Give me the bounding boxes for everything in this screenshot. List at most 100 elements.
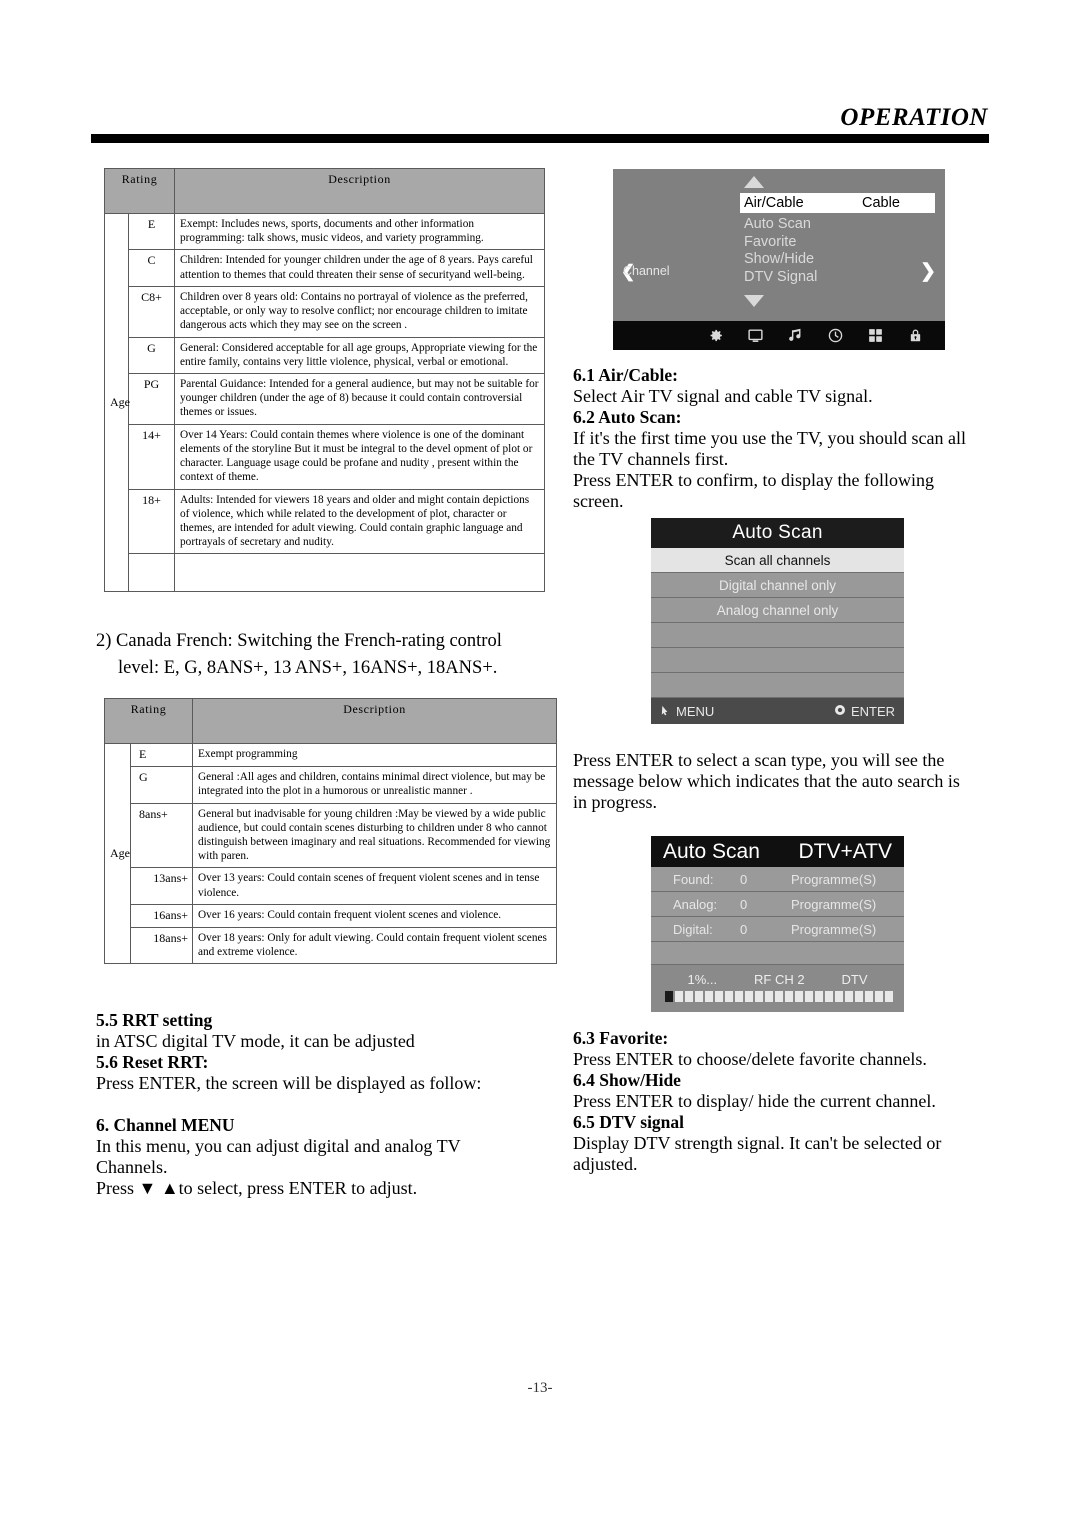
osd-progress-row-empty: [651, 942, 904, 965]
monitor-icon[interactable]: [747, 327, 764, 344]
osd-item-dtv-signal[interactable]: DTV Signal: [744, 269, 817, 287]
progress-rf-channel: RF CH 2: [754, 972, 805, 987]
osd-auto-scan-dialog[interactable]: Auto Scan Scan all channels Digital chan…: [651, 518, 904, 724]
heading-6-3: 6.3 Favorite:: [573, 1028, 669, 1048]
clock-icon[interactable]: [827, 327, 844, 344]
cell-rating: 16ans+: [129, 903, 194, 928]
progress-segment: [675, 991, 683, 1002]
column-header-rating: Rating: [103, 698, 194, 744]
note-line-1: 2) Canada French: Switching the French-r…: [96, 631, 502, 651]
table-row: PG Parental Guidance: Intended for a gen…: [105, 372, 546, 425]
note-line-2: level: E, G, 8ANS+, 13 ANS+, 16ANS+, 18A…: [118, 657, 498, 678]
osd-auto-scan-option-digital-only[interactable]: Digital channel only: [651, 573, 904, 598]
progress-bar: [651, 991, 904, 1002]
progress-signal-type: DTV: [841, 972, 868, 987]
body-6-2-line-3: Press ENTER to confirm, to display the f…: [573, 470, 934, 490]
chevron-right-icon[interactable]: ❯: [920, 260, 936, 283]
lock-icon[interactable]: [907, 327, 924, 344]
music-note-icon[interactable]: [787, 327, 804, 344]
body-6-line-1: In this menu, you can adjust digital and…: [96, 1136, 461, 1156]
row-count: 0: [740, 896, 748, 912]
table-header-row: Rating Description: [103, 698, 558, 744]
table-header-row: Rating Description: [103, 168, 546, 214]
osd-item-auto-scan[interactable]: Auto Scan: [744, 216, 817, 234]
cell-description: Children: Intended for younger children …: [174, 249, 546, 287]
osd-auto-scan-footer: MENU ENTER: [651, 698, 904, 724]
heading-6-4: 6.4 Show/Hide: [573, 1070, 681, 1090]
section-favorite-showhide-dtv: 6.3 Favorite: Press ENTER to choose/dele…: [573, 1028, 1003, 1175]
body-6-2-line-1: If it's the first time you use the TV, y…: [573, 428, 967, 448]
osd-item-air-cable[interactable]: Air/Cable Cable: [740, 193, 935, 213]
section-rrt: 5.5 RRT setting in ATSC digital TV mode,…: [96, 1010, 556, 1094]
osd-category-label: Channel: [623, 264, 670, 278]
grid-icon[interactable]: [867, 327, 884, 344]
osd-item-air-cable-value: Cable: [862, 195, 900, 211]
osd-channel-menu-body: Air/Cable Cable Auto Scan Favorite Show/…: [613, 169, 945, 321]
cell-rating: 13ans+: [129, 867, 194, 905]
table-row: 18+ Adults: Intended for viewers 18 year…: [105, 488, 546, 555]
menu-button[interactable]: MENU: [660, 704, 714, 719]
osd-auto-scan-option-analog-only[interactable]: Analog channel only: [651, 598, 904, 623]
cell-rating: E: [127, 212, 176, 251]
body-6-3: Press ENTER to choose/delete favorite ch…: [573, 1049, 927, 1069]
heading-5-6: 5.6 Reset RRT:: [96, 1052, 209, 1072]
cell-age-label: Age: [104, 212, 130, 593]
scan-note-line-2: message below which indicates that the a…: [573, 771, 960, 791]
progress-segment: [855, 991, 863, 1002]
cell-age-label: Age: [104, 742, 131, 965]
menu-button-label: MENU: [676, 703, 715, 719]
row-unit: Programme(S): [791, 921, 877, 937]
gear-icon[interactable]: [707, 327, 724, 344]
page-number: -13-: [527, 1380, 553, 1396]
table-row: 14+ Over 14 Years: Could contain themes …: [105, 423, 546, 490]
progress-segment: [845, 991, 853, 1002]
osd-progress-row-found: Found: 0 Programme(S): [651, 867, 904, 892]
osd-item-favorite[interactable]: Favorite: [744, 234, 817, 252]
cell-description: Over 13 years: Could contain scenes of f…: [192, 867, 558, 905]
cell-description: Parental Guidance: Intended for a genera…: [174, 372, 546, 425]
table-canada-english-ratings: Rating Description Age E Exempt: Include…: [103, 168, 546, 593]
osd-progress-mode: DTV+ATV: [798, 839, 892, 863]
progress-segment: [705, 991, 713, 1002]
cell-rating: C8+: [127, 285, 176, 338]
row-count: 0: [740, 871, 748, 887]
osd-progress-title-bar: Auto Scan DTV+ATV: [651, 836, 904, 867]
cell-rating: 18+: [127, 488, 176, 555]
osd-menu-list: Auto Scan Favorite Show/Hide DTV Signal: [744, 216, 817, 287]
column-header-rating: Rating: [103, 168, 176, 214]
progress-segment: [815, 991, 823, 1002]
row-label: Digital:: [673, 921, 713, 937]
progress-segment: [775, 991, 783, 1002]
progress-segment: [725, 991, 733, 1002]
body-5-5: in ATSC digital TV mode, it can be adjus…: [96, 1031, 415, 1051]
progress-segment: [875, 991, 883, 1002]
cell-description: Exempt programming: [192, 742, 558, 768]
osd-auto-scan-option-empty-2: [651, 648, 904, 673]
note-scan-progress: Press ENTER to select a scan type, you w…: [573, 750, 1003, 813]
cell-rating: 8ans+: [129, 802, 194, 869]
scroll-up-arrow-icon[interactable]: [744, 176, 764, 188]
enter-button[interactable]: ENTER: [834, 704, 895, 719]
cell-rating: E: [129, 742, 194, 768]
osd-progress-title: Auto Scan: [663, 839, 760, 863]
table-row: G General: Considered acceptable for all…: [105, 336, 546, 374]
osd-item-show-hide[interactable]: Show/Hide: [744, 251, 817, 269]
body-6-2-line-4: screen.: [573, 491, 624, 511]
note-canada-french: 2) Canada French: Switching the French-r…: [96, 628, 556, 682]
row-label: Analog:: [673, 896, 718, 912]
scan-note-line-3: in progress.: [573, 792, 657, 812]
osd-auto-scan-option-scan-all[interactable]: Scan all channels: [651, 548, 904, 573]
table-row: G General :All ages and children, contai…: [105, 766, 558, 804]
progress-segment: [805, 991, 813, 1002]
progress-segment: [795, 991, 803, 1002]
osd-channel-menu[interactable]: Air/Cable Cable Auto Scan Favorite Show/…: [613, 169, 945, 350]
cell-description: Exempt: Includes news, sports, documents…: [174, 212, 546, 251]
scroll-down-arrow-icon[interactable]: [744, 295, 764, 307]
cell-description: Children over 8 years old: Contains no p…: [174, 285, 546, 338]
body-6-5-line-2: adjusted.: [573, 1154, 638, 1174]
osd-auto-scan-title: Auto Scan: [651, 518, 904, 548]
heading-6: 6. Channel MENU: [96, 1115, 235, 1135]
body-6-4: Press ENTER to display/ hide the current…: [573, 1091, 936, 1111]
progress-segment: [735, 991, 743, 1002]
cell-description: Over 18 years: Only for adult viewing. C…: [192, 926, 558, 965]
